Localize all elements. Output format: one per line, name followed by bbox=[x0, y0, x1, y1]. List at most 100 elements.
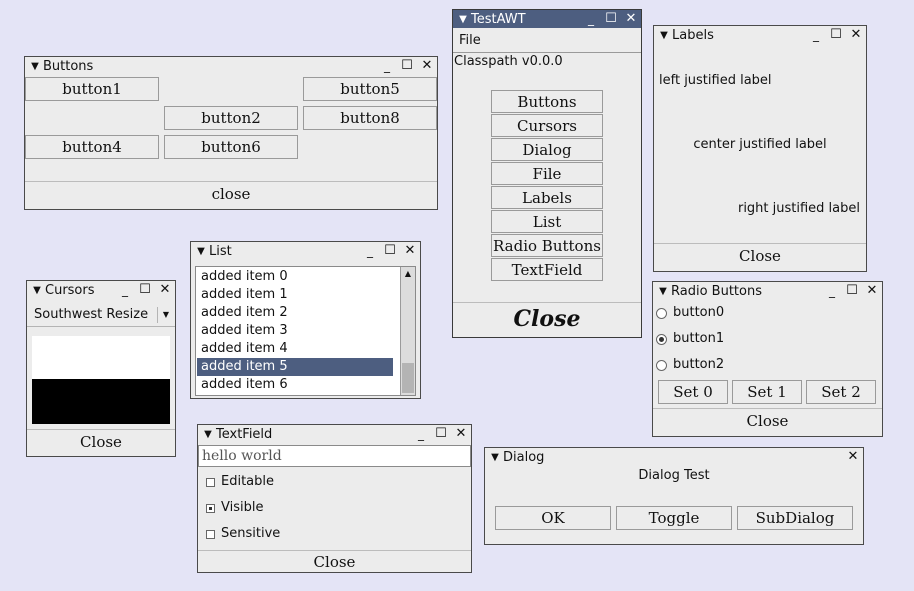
text-input[interactable]: hello world bbox=[198, 445, 471, 467]
close-icon[interactable]: ✕ bbox=[155, 281, 175, 299]
window-menu-icon[interactable]: ▼ bbox=[200, 429, 216, 440]
list-window: ▼ List _ ☐ ✕ added item 0 added item 1 a… bbox=[190, 241, 421, 399]
close-icon[interactable]: ✕ bbox=[451, 425, 471, 443]
close-icon[interactable]: ✕ bbox=[400, 242, 420, 260]
testawt-window: ▼ TestAWT _ ☐ ✕ File Classpath v0.0.0 Bu… bbox=[452, 9, 642, 338]
window-menu-icon[interactable]: ▼ bbox=[27, 61, 43, 72]
labels-titlebar[interactable]: ▼ Labels _ ☐ ✕ bbox=[654, 26, 866, 44]
radio-titlebar[interactable]: ▼ Radio Buttons _ ☐ ✕ bbox=[653, 282, 882, 300]
menu-bar: File bbox=[453, 30, 641, 53]
list-item-selected[interactable]: added item 5 bbox=[197, 358, 393, 376]
cursor-preview-white bbox=[32, 336, 170, 379]
maximize-icon[interactable]: ☐ bbox=[380, 242, 400, 260]
window-menu-icon[interactable]: ▼ bbox=[487, 452, 503, 463]
cursors-titlebar[interactable]: ▼ Cursors _ ☐ ✕ bbox=[27, 281, 175, 299]
visible-checkbox[interactable] bbox=[206, 504, 215, 513]
window-title: Radio Buttons bbox=[671, 283, 762, 299]
buttons-button[interactable]: Buttons bbox=[491, 90, 603, 113]
radio-label: button1 bbox=[673, 331, 725, 346]
close-button[interactable]: close bbox=[25, 182, 437, 206]
list-button[interactable]: List bbox=[491, 210, 603, 233]
dropdown-arrow-icon[interactable]: ▼ bbox=[157, 307, 174, 323]
cursors-button[interactable]: Cursors bbox=[491, 114, 603, 137]
dialog-titlebar[interactable]: ▼ Dialog ✕ bbox=[485, 448, 863, 466]
list-item[interactable]: added item 2 bbox=[197, 304, 393, 322]
radio-label: button2 bbox=[673, 357, 725, 372]
close-button[interactable]: Close bbox=[453, 304, 641, 334]
button8[interactable]: button8 bbox=[303, 106, 437, 130]
button4[interactable]: button4 bbox=[25, 135, 159, 159]
close-icon[interactable]: ✕ bbox=[417, 57, 437, 75]
labels-button[interactable]: Labels bbox=[491, 186, 603, 209]
radio-buttons-button[interactable]: Radio Buttons bbox=[491, 234, 603, 257]
minimize-icon[interactable]: _ bbox=[360, 242, 380, 260]
maximize-icon[interactable]: ☐ bbox=[135, 281, 155, 299]
window-menu-icon[interactable]: ▼ bbox=[29, 285, 45, 296]
checkbox-label: Visible bbox=[221, 500, 264, 515]
minimize-icon[interactable]: _ bbox=[377, 57, 397, 75]
cursor-select[interactable]: Southwest Resize ▼ bbox=[27, 304, 175, 327]
textfield-button[interactable]: TextField bbox=[491, 258, 603, 281]
close-button[interactable]: Close bbox=[27, 430, 175, 454]
set-0-button[interactable]: Set 0 bbox=[658, 380, 728, 404]
close-button[interactable]: Close bbox=[654, 244, 866, 268]
scroll-thumb[interactable] bbox=[402, 363, 414, 393]
window-menu-icon[interactable]: ▼ bbox=[655, 286, 671, 297]
textfield-window: ▼ TextField _ ☐ ✕ hello world Editable V… bbox=[197, 424, 472, 573]
maximize-icon[interactable]: ☐ bbox=[397, 57, 417, 75]
cursors-window: ▼ Cursors _ ☐ ✕ Southwest Resize ▼ Close bbox=[26, 280, 176, 457]
testawt-titlebar[interactable]: ▼ TestAWT _ ☐ ✕ bbox=[453, 10, 641, 28]
toggle-button[interactable]: Toggle bbox=[616, 506, 732, 530]
minimize-icon[interactable]: _ bbox=[581, 10, 601, 28]
set-2-button[interactable]: Set 2 bbox=[806, 380, 876, 404]
editable-checkbox[interactable] bbox=[206, 478, 215, 487]
close-button[interactable]: Close bbox=[198, 551, 471, 572]
divider bbox=[453, 302, 641, 303]
list-item[interactable]: added item 1 bbox=[197, 286, 393, 304]
list-titlebar[interactable]: ▼ List _ ☐ ✕ bbox=[191, 242, 420, 260]
cursor-select-value: Southwest Resize bbox=[34, 307, 149, 322]
sensitive-checkbox[interactable] bbox=[206, 530, 215, 539]
textfield-titlebar[interactable]: ▼ TextField _ ☐ ✕ bbox=[198, 425, 471, 443]
buttons-window: ▼ Buttons _ ☐ ✕ button1 button5 button2 … bbox=[24, 56, 438, 210]
maximize-icon[interactable]: ☐ bbox=[826, 26, 846, 44]
file-button[interactable]: File bbox=[491, 162, 603, 185]
set-1-button[interactable]: Set 1 bbox=[732, 380, 802, 404]
ok-button[interactable]: OK bbox=[495, 506, 611, 530]
window-title: Cursors bbox=[45, 282, 95, 298]
menu-file[interactable]: File bbox=[459, 33, 481, 48]
radio-button0[interactable] bbox=[656, 308, 667, 319]
maximize-icon[interactable]: ☐ bbox=[842, 282, 862, 300]
close-icon[interactable]: ✕ bbox=[846, 26, 866, 44]
close-icon[interactable]: ✕ bbox=[621, 10, 641, 28]
window-menu-icon[interactable]: ▼ bbox=[656, 30, 672, 41]
dialog-button[interactable]: Dialog bbox=[491, 138, 603, 161]
scrollbar[interactable]: ▲ bbox=[400, 267, 415, 395]
button6[interactable]: button6 bbox=[164, 135, 298, 159]
minimize-icon[interactable]: _ bbox=[115, 281, 135, 299]
maximize-icon[interactable]: ☐ bbox=[601, 10, 621, 28]
button5[interactable]: button5 bbox=[303, 77, 437, 101]
text-input-value: hello world bbox=[202, 448, 282, 464]
window-menu-icon[interactable]: ▼ bbox=[193, 246, 209, 257]
radio-button1[interactable] bbox=[656, 334, 667, 345]
list-item[interactable]: added item 6 bbox=[197, 376, 393, 394]
scroll-up-arrow-icon[interactable]: ▲ bbox=[402, 268, 414, 280]
button1[interactable]: button1 bbox=[25, 77, 159, 101]
button2[interactable]: button2 bbox=[164, 106, 298, 130]
list-item[interactable]: added item 3 bbox=[197, 322, 393, 340]
list-item[interactable]: added item 4 bbox=[197, 340, 393, 358]
close-icon[interactable]: ✕ bbox=[843, 448, 863, 466]
minimize-icon[interactable]: _ bbox=[806, 26, 826, 44]
close-button[interactable]: Close bbox=[653, 409, 882, 433]
window-title: List bbox=[209, 243, 232, 259]
close-icon[interactable]: ✕ bbox=[862, 282, 882, 300]
minimize-icon[interactable]: _ bbox=[411, 425, 431, 443]
subdialog-button[interactable]: SubDialog bbox=[737, 506, 853, 530]
radio-button2[interactable] bbox=[656, 360, 667, 371]
list-item[interactable]: added item 0 bbox=[197, 268, 393, 286]
minimize-icon[interactable]: _ bbox=[822, 282, 842, 300]
maximize-icon[interactable]: ☐ bbox=[431, 425, 451, 443]
window-menu-icon[interactable]: ▼ bbox=[455, 14, 471, 25]
buttons-titlebar[interactable]: ▼ Buttons _ ☐ ✕ bbox=[25, 57, 437, 75]
